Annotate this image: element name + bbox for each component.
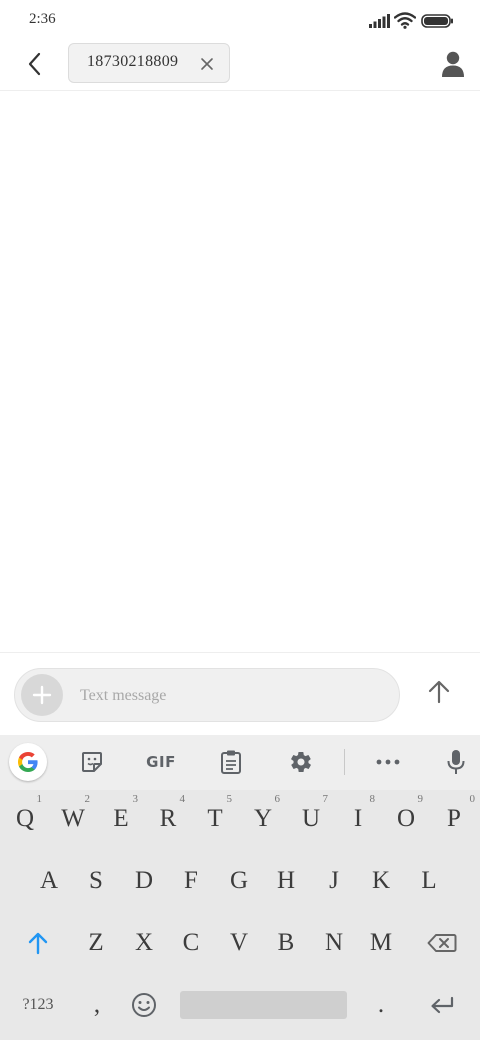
key-u[interactable]: U7 [288, 793, 334, 845]
clipboard-button[interactable] [213, 745, 249, 779]
key-label: Q [15, 805, 35, 832]
status-time: 2:36 [29, 11, 56, 27]
gear-icon [291, 752, 311, 772]
key-d[interactable]: D [121, 855, 167, 907]
key-hint: 0 [469, 793, 476, 805]
key-hint: 1 [36, 793, 43, 805]
arrow-up-icon[interactable] [424, 677, 454, 707]
key-label: W [61, 805, 85, 832]
close-icon[interactable] [198, 55, 216, 73]
key-e[interactable]: E3 [98, 793, 144, 845]
enter-icon [431, 996, 454, 1014]
gif-button[interactable]: GIF [138, 745, 184, 779]
emoji-key[interactable] [121, 979, 167, 1031]
compose-bar [0, 652, 480, 734]
key-hint: 8 [369, 793, 376, 805]
key-g[interactable]: G [216, 855, 262, 907]
compose-field [14, 668, 400, 722]
shift-arrow-icon [28, 932, 48, 955]
key-label: Y [253, 805, 273, 832]
period-key[interactable]: . [358, 979, 404, 1031]
person-icon[interactable] [440, 50, 466, 78]
signal-icon [369, 14, 390, 28]
backspace-key[interactable] [410, 917, 474, 969]
recipient-chip[interactable]: 18730218809 [68, 43, 230, 83]
wifi-icon [394, 12, 416, 29]
message-thread [0, 92, 480, 652]
key-hint: 9 [417, 793, 424, 805]
voice-input-button[interactable] [438, 745, 474, 779]
key-l[interactable]: L [406, 855, 452, 907]
gif-label: GIF [146, 753, 176, 771]
key-label: E [113, 805, 129, 832]
key-a[interactable]: A [26, 855, 72, 907]
recipient-number: 18730218809 [87, 53, 179, 70]
key-p[interactable]: P0 [431, 793, 477, 845]
smiley-icon [132, 993, 156, 1017]
toolbar-divider [344, 749, 345, 775]
message-input[interactable] [80, 684, 380, 708]
key-hint: 6 [274, 793, 281, 805]
key-n[interactable]: N [311, 917, 357, 969]
key-label: I [353, 805, 363, 832]
keyboard-toolbar: GIF [0, 735, 480, 790]
key-c[interactable]: C [168, 917, 214, 969]
key-h[interactable]: H [263, 855, 309, 907]
key-y[interactable]: Y6 [240, 793, 286, 845]
key-o[interactable]: O9 [383, 793, 429, 845]
key-t[interactable]: T5 [192, 793, 238, 845]
key-k[interactable]: K [358, 855, 404, 907]
shift-key[interactable] [6, 917, 70, 969]
key-hint: 2 [84, 793, 91, 805]
back-button[interactable] [16, 46, 52, 82]
key-hint: 4 [179, 793, 186, 805]
enter-key[interactable] [410, 979, 474, 1031]
google-search-button[interactable] [9, 743, 47, 781]
key-label: R [159, 805, 177, 832]
key-hint: 7 [322, 793, 329, 805]
key-w[interactable]: W2 [50, 793, 96, 845]
settings-button[interactable] [283, 745, 319, 779]
sticker-icon [82, 752, 102, 772]
key-label: O [396, 805, 416, 832]
key-b[interactable]: B [263, 917, 309, 969]
more-button[interactable] [370, 745, 406, 779]
key-r[interactable]: R4 [145, 793, 191, 845]
top-bar: 18730218809 [0, 40, 480, 91]
key-v[interactable]: V [216, 917, 262, 969]
key-label: P [447, 805, 461, 832]
key-label: U [301, 805, 321, 832]
key-i[interactable]: I8 [335, 793, 381, 845]
mic-icon [447, 750, 465, 774]
key-z[interactable]: Z [73, 917, 119, 969]
key-x[interactable]: X [121, 917, 167, 969]
key-hint: 5 [226, 793, 233, 805]
space-key[interactable] [180, 991, 347, 1019]
google-icon [18, 752, 38, 772]
symbols-key[interactable]: ?123 [6, 979, 70, 1031]
key-j[interactable]: J [311, 855, 357, 907]
keyboard: G I F Q 1 W 2 E 3 R 4 T 5 Y 6 U 7 I 8 O 9 … [0, 735, 480, 1040]
key-hint: 3 [132, 793, 139, 805]
key-m[interactable]: M [358, 917, 404, 969]
chevron-left-icon [28, 52, 41, 76]
key-f[interactable]: F [168, 855, 214, 907]
backspace-icon [427, 934, 457, 952]
battery-icon [421, 14, 453, 28]
key-label: T [207, 805, 223, 832]
clipboard-icon [221, 750, 241, 774]
comma-key[interactable]: , [74, 979, 120, 1031]
key-q[interactable]: Q1 [2, 793, 48, 845]
sticker-button[interactable] [74, 745, 110, 779]
key-s[interactable]: S [73, 855, 119, 907]
attach-button[interactable] [21, 674, 63, 716]
status-bar: 2:36 [0, 0, 480, 40]
more-icon [376, 759, 400, 765]
plus-icon [32, 685, 52, 705]
